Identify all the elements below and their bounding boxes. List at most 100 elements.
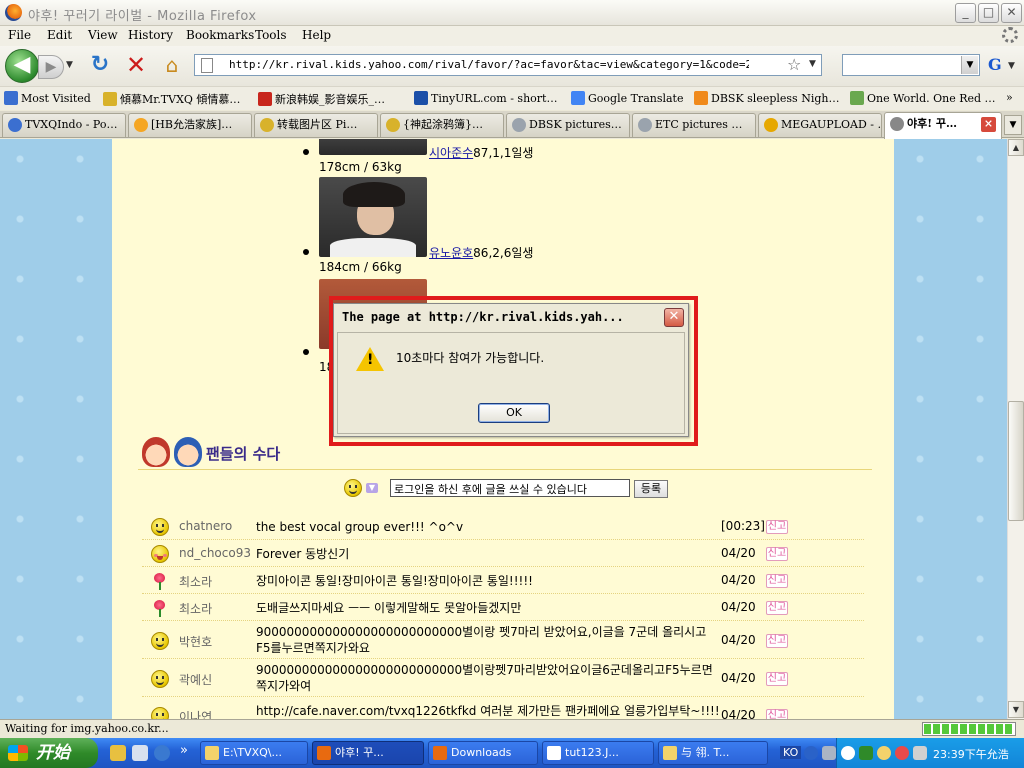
submit-button[interactable]: 등록 [634, 480, 668, 498]
bookmark-item[interactable]: TinyURL.com - short… [414, 91, 557, 105]
quicklaunch-pencil-icon[interactable] [110, 745, 126, 761]
url-input[interactable]: http://kr.rival.kids.yahoo.com/rival/fav… [229, 58, 749, 71]
tab-item[interactable]: DBSK pictures… [506, 113, 630, 137]
tab-item[interactable]: TVXQIndo - Po… [2, 113, 126, 137]
task-button[interactable]: tut123.J... [542, 741, 654, 765]
task-button[interactable]: 与 翎. T... [658, 741, 768, 765]
comment-text: 900000000000000000000000000별이랑 펫7마리 받았어요… [256, 625, 707, 655]
report-button[interactable]: 신고 [766, 547, 788, 561]
comment-author[interactable]: 곽예신 [179, 671, 212, 688]
url-bar[interactable]: http://kr.rival.kids.yahoo.com/rival/fav… [194, 54, 822, 76]
quicklaunch-desktop-icon[interactable] [132, 745, 148, 761]
report-button[interactable]: 신고 [766, 574, 788, 588]
firefox-task-icon [433, 746, 447, 760]
dialog-close-button[interactable]: ✕ [664, 308, 684, 327]
menu-edit[interactable]: Edit [47, 28, 72, 42]
comment-author[interactable]: nd_choco93 [179, 546, 251, 560]
stop-icon[interactable]: ✕ [124, 53, 148, 78]
bookmark-favicon-icon [103, 92, 117, 106]
menu-bookmarks[interactable]: Bookmarks [186, 28, 254, 42]
bookmark-star-icon[interactable]: ☆ [787, 55, 801, 74]
tab-list-dropdown-icon[interactable]: ▼ [1004, 115, 1022, 135]
search-engine-button[interactable]: G ▼ [988, 55, 1018, 77]
comment-author[interactable]: chatnero [179, 519, 232, 533]
quicklaunch-more-button[interactable]: » [180, 743, 188, 758]
bookmark-favicon-icon [258, 92, 272, 106]
menu-file[interactable]: File [8, 28, 31, 42]
folder-icon [205, 746, 219, 760]
tray-network-icon[interactable] [859, 746, 873, 760]
scroll-down-arrow-icon[interactable]: ▼ [1008, 701, 1024, 718]
minimize-button[interactable]: _ [955, 3, 976, 23]
tray-messenger-icon[interactable] [877, 746, 891, 760]
home-icon[interactable]: ⌂ [160, 54, 184, 78]
history-dropdown-icon[interactable]: ▼ [66, 60, 73, 70]
scroll-up-arrow-icon[interactable]: ▲ [1008, 139, 1024, 156]
emoticon-dropdown-icon[interactable]: ▼ [366, 483, 378, 493]
comment-time: 04/20 [721, 633, 756, 647]
task-button-active[interactable]: 야후! 꾸... [312, 741, 424, 765]
loading-throbber-icon [1002, 27, 1018, 43]
bookmark-most-visited[interactable]: Most Visited [4, 91, 91, 105]
member-name-link[interactable]: 시아준수 [429, 146, 473, 160]
comment-author[interactable]: 최소라 [179, 573, 212, 590]
taskbar: 开始 » E:\TVXQ\... 야후! 꾸... Downloads tut1… [0, 738, 1024, 768]
tab-item[interactable]: [HB允浩家族]… [128, 113, 252, 137]
bookmark-item[interactable]: 傾慕Mr.TVXQ 傾情慕… [103, 91, 240, 107]
forward-button[interactable]: ▶ [38, 55, 64, 79]
tab-favicon-icon [638, 118, 652, 132]
task-button[interactable]: E:\TVXQ\... [200, 741, 308, 765]
list-bullet [303, 349, 309, 355]
member-size: 184cm / 66kg [319, 260, 402, 274]
report-button[interactable]: 신고 [766, 672, 788, 686]
report-button[interactable]: 신고 [766, 601, 788, 615]
ime-icon[interactable] [804, 746, 818, 760]
member-name-line: 시아준수87,1,1일생 [429, 146, 534, 160]
bookmarks-more-button[interactable]: » [1006, 91, 1013, 104]
ime-tool-icon[interactable] [822, 746, 836, 760]
comment-emoticon [151, 599, 169, 617]
menu-help[interactable]: Help [302, 28, 331, 42]
comment-author[interactable]: 최소라 [179, 600, 212, 617]
search-dropdown-icon[interactable]: ▼ [961, 56, 978, 74]
vertical-scrollbar[interactable]: ▲ ▼ [1007, 139, 1024, 719]
tab-item[interactable]: {神起涂鸦簿}… [380, 113, 504, 137]
back-button[interactable]: ◀ [5, 49, 39, 83]
tray-qq-icon[interactable] [895, 746, 909, 760]
scroll-thumb[interactable] [1008, 401, 1024, 521]
tab-item[interactable]: MEGAUPLOAD - … [758, 113, 882, 137]
start-button[interactable]: 开始 [0, 738, 98, 768]
tray-volume-icon[interactable] [913, 746, 927, 760]
report-button[interactable]: 신고 [766, 520, 788, 534]
tray-collapse-icon[interactable] [841, 746, 855, 760]
menu-tools[interactable]: Tools [255, 28, 287, 42]
search-input[interactable]: ▼ [842, 54, 980, 76]
tab-close-icon[interactable]: × [981, 117, 996, 132]
comment-row: nd_choco93 Forever 동방신기 04/20 신고 [142, 540, 864, 567]
menu-view[interactable]: View [88, 28, 118, 42]
task-button[interactable]: Downloads [428, 741, 538, 765]
member-name-link[interactable]: 유노윤호 [429, 246, 473, 260]
close-button[interactable]: ✕ [1001, 3, 1022, 23]
report-button[interactable]: 신고 [766, 709, 788, 719]
maximize-button[interactable]: □ [978, 3, 999, 23]
comment-author[interactable]: 이나연 [179, 708, 212, 719]
comment-author[interactable]: 박현호 [179, 633, 212, 650]
tab-item[interactable]: 转载图片区 Pi… [254, 113, 378, 137]
report-button[interactable]: 신고 [766, 634, 788, 648]
emoticon-picker[interactable] [344, 479, 362, 497]
bookmark-item[interactable]: 新浪韩娱_影音娱乐_… [258, 91, 385, 107]
url-dropdown-icon[interactable]: ▼ [809, 59, 816, 69]
tab-item[interactable]: ETC pictures … [632, 113, 756, 137]
reload-icon[interactable]: ↻ [88, 54, 112, 78]
comment-input[interactable]: 로그인을 하신 후에 글을 쓰실 수 있습니다 [390, 479, 630, 497]
menu-history[interactable]: History [128, 28, 173, 42]
ok-button[interactable]: OK [478, 403, 550, 423]
bookmark-item[interactable]: Google Translate [571, 91, 684, 105]
bookmark-item[interactable]: One World. One Red … [850, 91, 996, 105]
language-indicator[interactable]: KO [780, 746, 802, 759]
bookmark-item[interactable]: DBSK sleepless Nigh… [694, 91, 839, 105]
search-engine-dropdown-icon[interactable]: ▼ [1008, 61, 1015, 71]
quicklaunch-media-icon[interactable] [154, 745, 170, 761]
tab-active[interactable]: 야후! 꾸… × [884, 112, 1002, 139]
